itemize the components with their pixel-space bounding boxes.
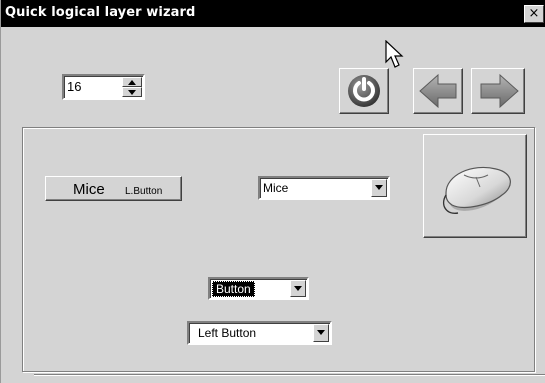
arrow-right-icon: [480, 73, 519, 109]
chevron-down-icon: [375, 185, 383, 190]
back-button[interactable]: [413, 68, 463, 114]
button-dropdown-value: Left Button: [198, 326, 257, 340]
device-dropdown[interactable]: Mice: [258, 176, 390, 200]
mouse-icon: [442, 166, 511, 214]
spinner-buttons: [122, 77, 142, 97]
close-icon: ×: [528, 6, 540, 21]
spin-up-button[interactable]: [122, 77, 142, 87]
device-button-sublabel: L.Button: [125, 186, 163, 197]
device-dropdown-arrow[interactable]: [371, 179, 387, 197]
refresh-icon: [348, 75, 380, 107]
section-divider: [34, 374, 545, 376]
input-type-dropdown[interactable]: Button: [208, 277, 309, 300]
device-dropdown-value: Mice: [263, 181, 289, 195]
input-type-dropdown-arrow[interactable]: [290, 280, 306, 297]
layer-number-value[interactable]: 16: [67, 79, 81, 94]
input-type-dropdown-value: Button: [212, 281, 255, 297]
forward-button[interactable]: [471, 68, 525, 114]
window-title: Quick logical layer wizard: [5, 5, 196, 20]
mouse-device-tile[interactable]: [423, 134, 527, 238]
device-button[interactable]: Mice L.Button: [45, 176, 182, 201]
title-bar[interactable]: Quick logical layer wizard ×: [1, 0, 545, 27]
chevron-down-icon: [294, 286, 302, 291]
refresh-button[interactable]: [339, 68, 389, 114]
chevron-down-icon: [317, 330, 325, 335]
button-dropdown[interactable]: Left Button: [187, 321, 332, 345]
spin-down-button[interactable]: [122, 87, 142, 97]
triangle-down-icon: [128, 90, 136, 95]
device-button-label: Mice: [73, 181, 105, 198]
arrow-left-icon: [419, 73, 457, 109]
mouse-pointer-icon: [385, 40, 404, 68]
wizard-window: Quick logical layer wizard × 16 Mice L.B…: [0, 0, 545, 383]
triangle-up-icon: [128, 80, 136, 85]
layer-number-spinner[interactable]: 16: [62, 74, 145, 100]
close-button[interactable]: ×: [524, 5, 544, 23]
button-dropdown-arrow[interactable]: [313, 324, 329, 342]
